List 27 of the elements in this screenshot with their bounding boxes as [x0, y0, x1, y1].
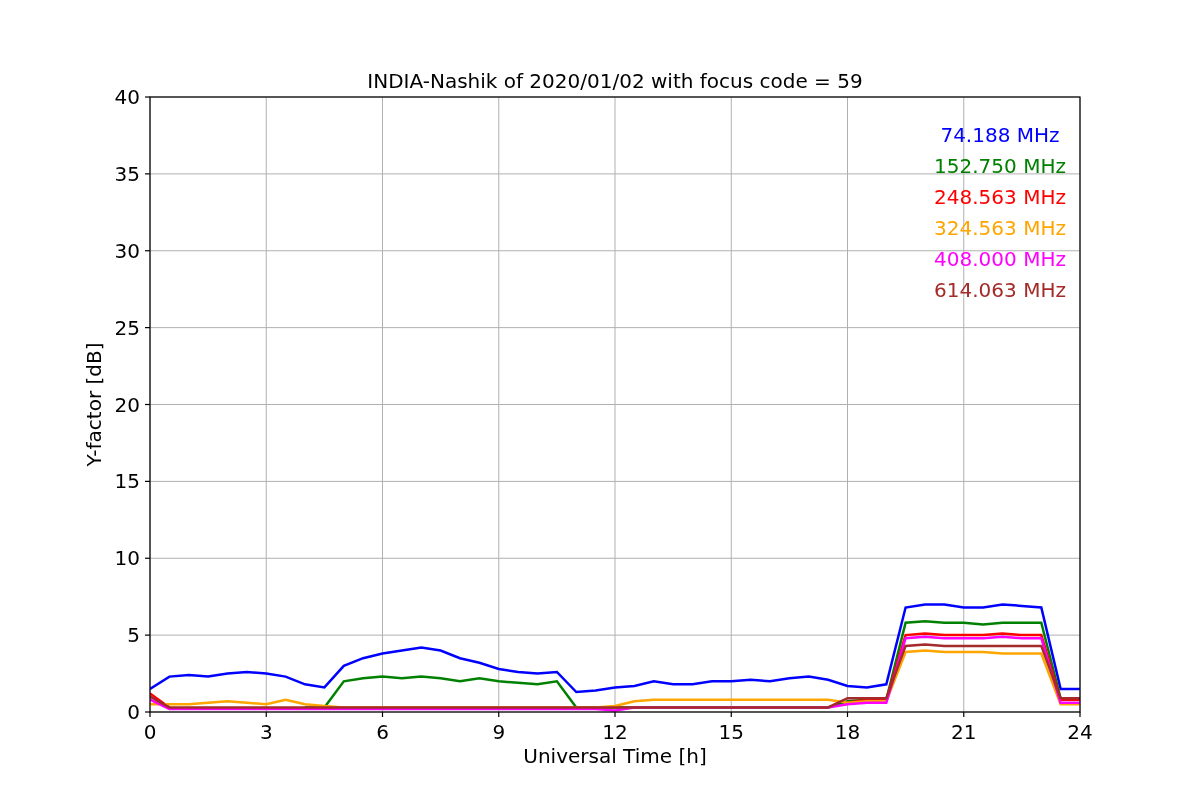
y-tick-label: 30 — [114, 238, 140, 263]
legend-label: 408.000 MHz — [934, 247, 1066, 271]
x-tick-label: 6 — [376, 720, 389, 744]
x-tick-label: 9 — [492, 720, 506, 744]
y-tick-label: 10 — [114, 546, 140, 571]
y-tick-label: 0 — [127, 700, 140, 724]
legend-label: 74.188 MHz — [940, 123, 1060, 147]
legend-label: 614.063 MHz — [934, 278, 1066, 302]
x-tick-label: 0 — [143, 720, 157, 744]
y-axis-label: Y-factor [dB] — [82, 342, 106, 467]
y-tick-label: 35 — [114, 161, 140, 186]
y-tick-label: 15 — [114, 469, 140, 494]
legend-label: 152.750 MHz — [934, 154, 1066, 178]
legend-label: 248.563 MHz — [934, 185, 1066, 209]
y-tick-label: 5 — [127, 623, 140, 648]
x-tick-label: 3 — [259, 720, 273, 744]
x-tick-label: 18 — [834, 720, 861, 744]
x-tick-label: 24 — [1067, 720, 1093, 744]
y-tick-label: 40 — [114, 85, 140, 109]
x-tick-label: 15 — [718, 720, 744, 744]
legend-label: 324.563 MHz — [934, 216, 1066, 240]
y-tick-label: 20 — [114, 392, 140, 417]
x-tick-label: 12 — [602, 720, 628, 744]
x-axis-label: Universal Time [h] — [523, 744, 707, 768]
chart-title: INDIA-Nashik of 2020/01/02 with focus code = 59 — [367, 69, 863, 93]
x-tick-label: 21 — [951, 720, 977, 744]
y-tick-label: 25 — [114, 315, 140, 340]
